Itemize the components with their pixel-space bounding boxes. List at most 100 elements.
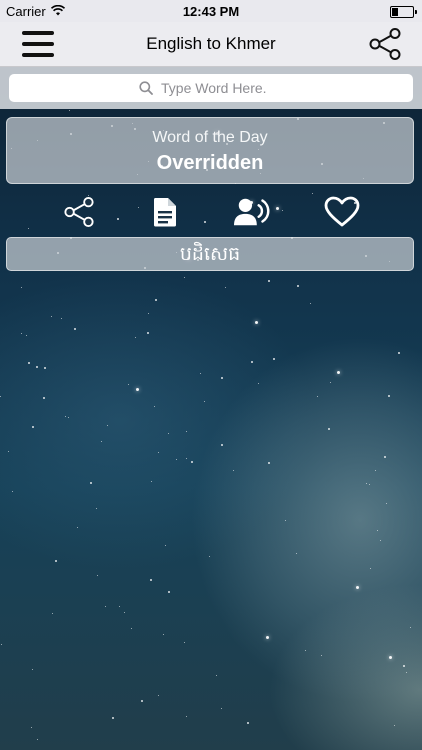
star-dot [406,672,407,673]
star-dot [410,627,411,628]
star-dot [135,337,136,338]
star-dot [285,520,286,521]
status-time: 12:43 PM [182,4,240,19]
star-dot [356,586,359,589]
star-dot [90,482,92,484]
star-dot [221,377,223,379]
navigation-bar: English to Khmer [0,22,422,67]
share-icon [64,196,94,228]
star-dot [74,328,76,330]
star-dot [12,491,13,492]
star-dot [386,503,387,504]
star-dot [233,470,234,471]
star-dot [77,527,78,528]
star-dot [330,382,331,383]
star-dot [65,416,66,417]
star-dot [36,366,38,368]
search-icon [139,81,153,95]
star-dot [380,540,381,541]
share-icon [369,28,401,60]
star-dot [186,458,187,459]
star-dot [388,395,390,397]
search-field-container[interactable] [9,74,413,102]
star-dot [107,425,108,426]
favorite-button[interactable] [323,193,361,231]
star-dot [136,388,139,391]
word-of-the-day-label: Word of the Day [152,129,268,146]
search-input[interactable] [159,79,283,97]
document-icon [153,198,176,227]
speak-button[interactable] [234,193,272,231]
star-dot [216,675,217,676]
star-dot [96,508,97,509]
speaker-voice-icon [234,198,270,226]
star-dot [258,383,259,384]
share-word-button[interactable] [60,193,98,231]
status-bar: Carrier 12:43 PM [0,0,422,22]
star-dot [200,373,201,374]
star-dot [328,428,330,430]
star-dot [221,708,222,709]
star-dot [297,285,299,287]
action-bar [0,193,422,231]
star-dot [296,553,297,554]
word-of-the-day-card[interactable]: Word of the Day Overridden [6,117,414,184]
star-dot [8,451,9,452]
star-dot [151,481,152,482]
share-button[interactable] [368,27,402,61]
star-dot [43,397,45,399]
star-dot [186,431,187,432]
star-dot [26,335,27,336]
search-bar [0,67,422,109]
background-night-sky [0,0,422,750]
star-dot [1,644,2,645]
star-dot [310,303,311,304]
star-dot [225,287,226,288]
star-dot [186,716,187,717]
star-dot [168,433,169,434]
star-dot [97,575,98,576]
star-dot [403,665,405,667]
star-dot [176,459,177,460]
star-dot [165,545,166,546]
heart-icon [324,196,360,227]
star-dot [221,444,223,446]
details-button[interactable] [146,193,184,231]
star-dot [251,361,253,363]
star-dot [394,725,395,726]
star-dot [37,739,38,740]
star-dot [154,406,155,407]
word-of-the-day-word: Overridden [156,152,264,174]
star-dot [69,110,70,111]
page-title: English to Khmer [146,34,276,53]
star-dot [247,722,249,724]
star-dot [321,655,322,656]
star-dot [112,717,114,719]
star-dot [21,287,22,288]
star-dot [150,579,152,581]
star-dot [337,371,340,374]
star-dot [375,470,376,471]
star-dot [155,299,157,301]
star-dot [68,417,69,418]
star-dot [105,606,106,607]
star-dot [305,650,306,651]
star-dot [158,452,159,453]
star-dot [398,352,400,354]
star-dot [204,401,205,402]
star-dot [369,484,370,485]
star-dot [268,462,270,464]
translation-card[interactable]: បដិសេធ [6,237,414,271]
star-dot [268,280,270,282]
star-dot [21,333,22,334]
star-dot [32,669,33,670]
star-dot [141,700,143,702]
star-dot [148,313,149,314]
star-dot [266,636,269,639]
star-dot [32,426,34,428]
star-dot [377,530,378,531]
star-dot [158,695,159,696]
star-dot [28,362,30,364]
star-dot [0,396,1,397]
star-dot [209,556,210,557]
